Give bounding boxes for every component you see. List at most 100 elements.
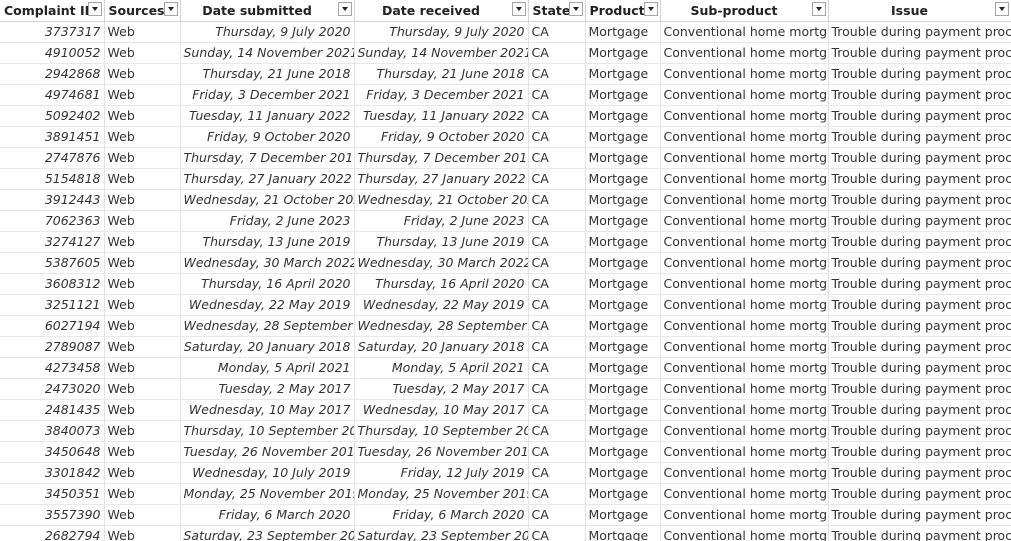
complaint-id-cell[interactable]: 3840073 — [0, 420, 105, 442]
issue-cell[interactable]: Trouble during payment process — [828, 84, 1011, 106]
complaint-id-cell[interactable]: 5154818 — [0, 168, 105, 190]
source-cell[interactable]: Web — [104, 210, 181, 232]
date-received-cell[interactable]: Wednesday, 10 May 2017 — [354, 399, 529, 421]
state-cell[interactable]: CA — [528, 525, 586, 541]
issue-cell[interactable]: Trouble during payment process — [828, 210, 1011, 232]
sub-product-cell[interactable]: Conventional home mortgage — [660, 21, 829, 43]
date-submitted-cell[interactable]: Thursday, 13 June 2019 — [180, 231, 355, 253]
date-submitted-cell[interactable]: Monday, 25 November 2019 — [180, 483, 355, 505]
date-submitted-cell[interactable]: Wednesday, 10 May 2017 — [180, 399, 355, 421]
sub-product-cell[interactable]: Conventional home mortgage — [660, 483, 829, 505]
issue-cell[interactable]: Trouble during payment process — [828, 504, 1011, 526]
sub-product-cell[interactable]: Conventional home mortgage — [660, 168, 829, 190]
date-received-cell[interactable]: Monday, 5 April 2021 — [354, 357, 529, 379]
source-cell[interactable]: Web — [104, 42, 181, 64]
state-cell[interactable]: CA — [528, 399, 586, 421]
table-row[interactable]: 2481435 Web Wednesday, 10 May 2017 Wednesda… — [0, 399, 1011, 421]
sub-product-cell[interactable]: Conventional home mortgage — [660, 84, 829, 106]
date-received-cell[interactable]: Tuesday, 26 November 2019 — [354, 441, 529, 463]
date-received-cell[interactable]: Tuesday, 2 May 2017 — [354, 378, 529, 400]
sub-product-cell[interactable]: Conventional home mortgage — [660, 189, 829, 211]
source-cell[interactable]: Web — [104, 231, 181, 253]
issue-cell[interactable]: Trouble during payment process — [828, 399, 1011, 421]
complaint-id-cell[interactable]: 3251121 — [0, 294, 105, 316]
date-submitted-cell[interactable]: Thursday, 27 January 2022 — [180, 168, 355, 190]
product-cell[interactable]: Mortgage — [585, 21, 661, 43]
issue-cell[interactable]: Trouble during payment process — [828, 483, 1011, 505]
state-cell[interactable]: CA — [528, 420, 586, 442]
date-received-cell[interactable]: Wednesday, 30 March 2022 — [354, 252, 529, 274]
sub-product-cell[interactable]: Conventional home mortgage — [660, 441, 829, 463]
product-cell[interactable]: Mortgage — [585, 378, 661, 400]
complaint-id-cell[interactable]: 2682794 — [0, 525, 105, 541]
table-row[interactable]: 3274127 Web Thursday, 13 June 2019 Thursday… — [0, 231, 1011, 253]
product-cell[interactable]: Mortgage — [585, 126, 661, 148]
table-row[interactable]: 3912443 Web Wednesday, 21 October 2020 Wedn… — [0, 189, 1011, 211]
filter-dropdown-icon[interactable] — [337, 2, 352, 16]
complaint-id-cell[interactable]: 2747876 — [0, 147, 105, 169]
state-cell[interactable]: CA — [528, 441, 586, 463]
complaint-id-cell[interactable]: 5092402 — [0, 105, 105, 127]
state-cell[interactable]: CA — [528, 294, 586, 316]
state-cell[interactable]: CA — [528, 504, 586, 526]
date-submitted-cell[interactable]: Tuesday, 11 January 2022 — [180, 105, 355, 127]
table-row[interactable]: 2473020 Web Tuesday, 2 May 2017 Tuesday, 2 … — [0, 378, 1011, 400]
filter-dropdown-icon[interactable] — [994, 2, 1009, 16]
date-received-cell[interactable]: Monday, 25 November 2019 — [354, 483, 529, 505]
date-submitted-cell[interactable]: Thursday, 9 July 2020 — [180, 21, 355, 43]
product-cell[interactable]: Mortgage — [585, 483, 661, 505]
state-cell[interactable]: CA — [528, 483, 586, 505]
product-cell[interactable]: Mortgage — [585, 420, 661, 442]
issue-cell[interactable]: Trouble during payment process — [828, 189, 1011, 211]
product-cell[interactable]: Mortgage — [585, 525, 661, 541]
table-row[interactable]: 3840073WebThursday, 10 September 2020Thu… — [0, 420, 1011, 442]
complaint-id-cell[interactable]: 3608312 — [0, 273, 105, 295]
sub-product-cell[interactable]: Conventional home mortgage — [660, 462, 829, 484]
table-row[interactable]: 4974681 Web Friday, 3 December 2021 Friday,… — [0, 84, 1011, 106]
date-submitted-cell[interactable]: Friday, 3 December 2021 — [180, 84, 355, 106]
table-row[interactable]: 3557390 Web Friday, 6 March 2020 Friday, 6 … — [0, 504, 1011, 526]
source-cell[interactable]: Web — [104, 504, 181, 526]
sub-product-cell[interactable]: Conventional home mortgage — [660, 378, 829, 400]
source-cell[interactable]: Web — [104, 525, 181, 541]
product-cell[interactable]: Mortgage — [585, 441, 661, 463]
state-cell[interactable]: CA — [528, 273, 586, 295]
table-row[interactable]: 6027194WebWednesday, 28 September 2022We… — [0, 315, 1011, 337]
issue-cell[interactable]: Trouble during payment process — [828, 294, 1011, 316]
table-row[interactable]: 5154818 Web Thursday, 27 January 2022 Thurs… — [0, 168, 1011, 190]
source-cell[interactable]: Web — [104, 420, 181, 442]
date-submitted-cell[interactable]: Wednesday, 28 September 2022 — [180, 315, 355, 337]
source-cell[interactable]: Web — [104, 336, 181, 358]
state-cell[interactable]: CA — [528, 378, 586, 400]
state-cell[interactable]: CA — [528, 42, 586, 64]
source-cell[interactable]: Web — [104, 357, 181, 379]
complaint-id-cell[interactable]: 3301842 — [0, 462, 105, 484]
sub-product-cell[interactable]: Conventional home mortgage — [660, 336, 829, 358]
complaint-id-cell[interactable]: 4273458 — [0, 357, 105, 379]
date-submitted-cell[interactable]: Wednesday, 22 May 2019 — [180, 294, 355, 316]
sub-product-cell[interactable]: Conventional home mortgage — [660, 63, 829, 85]
date-submitted-cell[interactable]: Saturday, 20 January 2018 — [180, 336, 355, 358]
date-submitted-cell[interactable]: Sunday, 14 November 2021 — [180, 42, 355, 64]
column-header-date-submitted[interactable]: Date submitted — [180, 0, 355, 22]
product-cell[interactable]: Mortgage — [585, 252, 661, 274]
product-cell[interactable]: Mortgage — [585, 189, 661, 211]
issue-cell[interactable]: Trouble during payment process — [828, 525, 1011, 541]
sub-product-cell[interactable]: Conventional home mortgage — [660, 210, 829, 232]
sub-product-cell[interactable]: Conventional home mortgage — [660, 420, 829, 442]
table-row[interactable]: 5092402 Web Tuesday, 11 January 2022 Tuesda… — [0, 105, 1011, 127]
table-row[interactable]: 2789087 Web Saturday, 20 January 2018 Satur… — [0, 336, 1011, 358]
date-submitted-cell[interactable]: Thursday, 10 September 2020 — [180, 420, 355, 442]
state-cell[interactable]: CA — [528, 189, 586, 211]
date-submitted-cell[interactable]: Saturday, 23 September 2017 — [180, 525, 355, 541]
date-received-cell[interactable]: Thursday, 27 January 2022 — [354, 168, 529, 190]
sub-product-cell[interactable]: Conventional home mortgage — [660, 147, 829, 169]
sub-product-cell[interactable]: Conventional home mortgage — [660, 525, 829, 541]
product-cell[interactable]: Mortgage — [585, 42, 661, 64]
filter-dropdown-icon[interactable] — [511, 2, 526, 16]
sub-product-cell[interactable]: Conventional home mortgage — [660, 399, 829, 421]
sub-product-cell[interactable]: Conventional home mortgage — [660, 294, 829, 316]
issue-cell[interactable]: Trouble during payment process — [828, 126, 1011, 148]
complaint-id-cell[interactable]: 3274127 — [0, 231, 105, 253]
table-row[interactable]: 3608312 Web Thursday, 16 April 2020 Thursda… — [0, 273, 1011, 295]
